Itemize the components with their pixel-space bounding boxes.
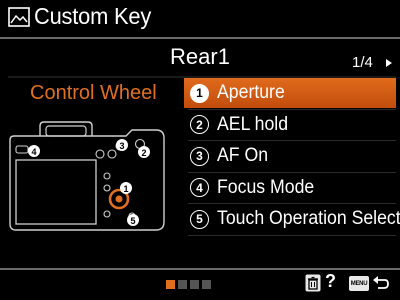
footer-divider bbox=[0, 268, 400, 270]
menu-key-icon[interactable]: MENU bbox=[349, 276, 369, 291]
number-badge-icon: 2 bbox=[190, 115, 209, 134]
menu-item-focus-mode[interactable]: 4 Focus Mode bbox=[184, 173, 396, 204]
custom-key-icon bbox=[8, 7, 30, 27]
svg-text:2: 2 bbox=[141, 148, 146, 158]
page-dot bbox=[190, 280, 199, 289]
callout-5: 5 bbox=[127, 214, 139, 226]
page-dots bbox=[166, 280, 211, 289]
item-divider bbox=[188, 234, 396, 236]
header-bar: Custom Key bbox=[0, 0, 400, 36]
menu-item-label: Aperture bbox=[217, 82, 285, 103]
back-arrow-icon[interactable] bbox=[372, 274, 390, 292]
menu-item-label: Focus Mode bbox=[217, 176, 315, 198]
menu-item-label: AF On bbox=[217, 145, 269, 166]
page-indicator: 1/4 bbox=[352, 54, 373, 71]
control-wheel-label: Control Wheel bbox=[30, 82, 157, 104]
menu-item-label: Touch Operation Select bbox=[217, 208, 400, 229]
callout-1: 1 bbox=[120, 182, 132, 194]
callout-2: 2 bbox=[138, 146, 150, 158]
svg-text:4: 4 bbox=[31, 147, 36, 157]
callout-3: 3 bbox=[116, 139, 128, 151]
menu-item-aperture[interactable]: 1 Aperture bbox=[184, 78, 396, 110]
number-badge-icon: 3 bbox=[190, 146, 209, 166]
menu-item-touch-operation-select[interactable]: 5 Touch Operation Select bbox=[184, 204, 400, 236]
menu-item-ael-hold[interactable]: 2 AEL hold bbox=[184, 110, 396, 141]
callout-4: 4 bbox=[28, 145, 40, 157]
page-dot bbox=[202, 280, 211, 289]
number-badge-icon: 1 bbox=[190, 83, 209, 103]
screen-title: Custom Key bbox=[34, 3, 152, 29]
header-divider bbox=[0, 37, 400, 39]
svg-text:1: 1 bbox=[123, 184, 128, 194]
triangle-right-icon[interactable] bbox=[386, 59, 392, 67]
svg-text:5: 5 bbox=[130, 216, 135, 226]
page-title: Rear1 bbox=[170, 44, 230, 69]
number-badge-icon: 5 bbox=[190, 209, 209, 229]
help-label[interactable]: ? bbox=[325, 271, 336, 292]
menu-item-af-on[interactable]: 3 AF On bbox=[184, 141, 396, 173]
svg-text:3: 3 bbox=[119, 141, 124, 151]
camera-back-diagram: 4 3 2 1 5 bbox=[9, 121, 165, 231]
number-badge-icon: 4 bbox=[190, 178, 209, 197]
page-dot bbox=[178, 280, 187, 289]
page-dot-active bbox=[166, 280, 175, 289]
trash-icon[interactable] bbox=[305, 274, 321, 292]
assignment-menu: 1 Aperture 2 AEL hold 3 AF On 4 Focus Mo… bbox=[184, 78, 400, 236]
menu-item-label: AEL hold bbox=[217, 113, 289, 135]
